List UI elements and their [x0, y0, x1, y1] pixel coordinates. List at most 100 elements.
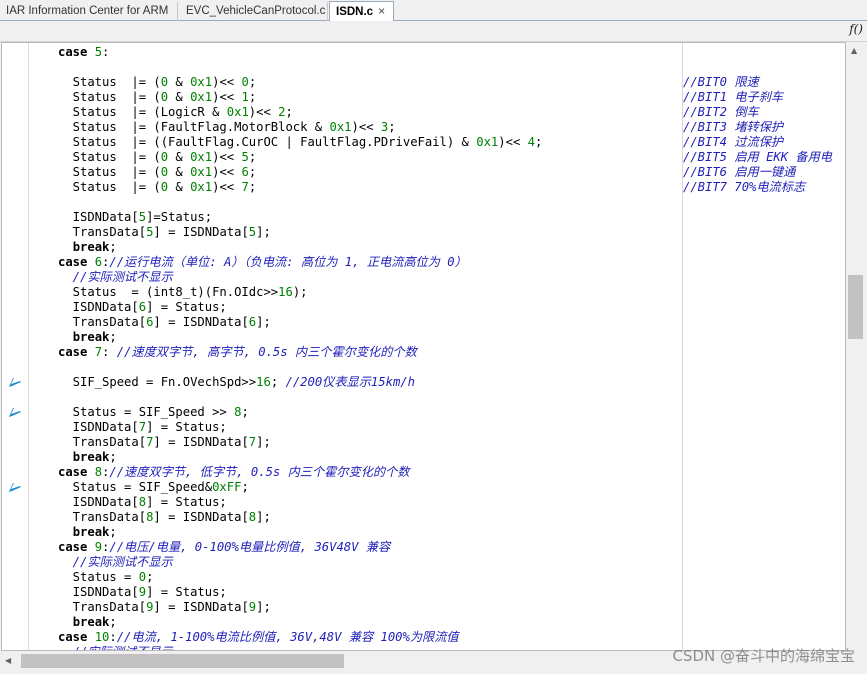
- number-token: 5: [241, 150, 249, 164]
- code-text: case 9://电压/电量, 0-100%电量比例值, 36V48V 兼容: [58, 540, 390, 555]
- tab-iar-information-center[interactable]: IAR Information Center for ARM: [0, 2, 178, 21]
- code-token: ;: [534, 135, 543, 149]
- code-token: ;: [248, 180, 257, 194]
- code-line[interactable]: case 8://速度双字节, 低字节, 0.5s 内三个霍尔变化的个数: [2, 465, 844, 480]
- vertical-scroll-thumb[interactable]: [848, 275, 863, 339]
- code-text: //实际测试不显示: [58, 270, 173, 285]
- inline-comment: //BIT7 70%电流标志: [683, 180, 806, 194]
- code-line[interactable]: ISDNData[6] = Status;: [2, 300, 844, 315]
- tab-isdn-c[interactable]: ISDN.c ×: [329, 1, 394, 22]
- code-token: Status |= (: [58, 75, 161, 89]
- code-token: ;: [241, 480, 249, 494]
- code-text: Status |= (0 & 0x1)<< 0;: [58, 75, 256, 90]
- function-list-icon[interactable]: f(): [849, 22, 863, 36]
- keyword-token: break: [72, 240, 110, 254]
- tab-evc-vehicle-can-protocol[interactable]: EVC_VehicleCanProtocol.c: [180, 2, 328, 21]
- scroll-up-arrow-icon[interactable]: ▲: [851, 44, 857, 58]
- code-line[interactable]: Status = (int8_t)(Fn.OIdc>>16);: [2, 285, 844, 300]
- code-line[interactable]: [2, 60, 844, 75]
- scroll-left-arrow-icon[interactable]: ◀: [5, 654, 11, 668]
- code-line[interactable]: Status |= (0 & 0x1)<< 1; //BIT1 电子刹车: [2, 90, 844, 105]
- code-line[interactable]: ISDNData[7] = Status;: [2, 420, 844, 435]
- code-line[interactable]: //实际测试不显示: [2, 270, 844, 285]
- code-line[interactable]: SIF_Speed = Fn.OVechSpd>>16; //200仪表显示15…: [2, 375, 844, 390]
- code-editor[interactable]: case 5: Status |= (0 & 0x1)<< 0; //BIT0 限…: [1, 42, 846, 651]
- code-line[interactable]: case 5:: [2, 45, 844, 60]
- code-line[interactable]: Status |= (LogicR & 0x1)<< 2; //BIT2 倒车: [2, 105, 844, 120]
- code-token: Status = (int8_t)(Fn.OIdc>>: [58, 285, 279, 299]
- code-token: Status |= (: [58, 90, 161, 104]
- code-text: break;: [58, 525, 117, 540]
- code-line[interactable]: [2, 360, 844, 375]
- code-line[interactable]: //实际测试不显示: [2, 555, 844, 570]
- number-token: 0: [160, 180, 169, 194]
- code-token: )<<: [212, 180, 242, 194]
- code-line[interactable]: ISDNData[9] = Status;: [2, 585, 844, 600]
- bookmark-icon[interactable]: [8, 407, 22, 418]
- code-line[interactable]: break;: [2, 330, 844, 345]
- tab-label: ISDN.c: [336, 6, 374, 18]
- inline-comment: //BIT2 倒车: [683, 105, 759, 119]
- code-token: TransData[: [58, 315, 147, 329]
- number-token: 6: [94, 255, 103, 269]
- code-line[interactable]: case 9://电压/电量, 0-100%电量比例值, 36V48V 兼容: [2, 540, 844, 555]
- code-line[interactable]: Status = SIF_Speed&0xFF;: [2, 480, 844, 495]
- code-text: Status |= (FaultFlag.MotorBlock & 0x1)<<…: [58, 120, 396, 135]
- code-line[interactable]: break;: [2, 615, 844, 630]
- code-line[interactable]: Status = 0;: [2, 570, 844, 585]
- vertical-scrollbar[interactable]: ▲: [846, 42, 867, 651]
- bookmark-icon[interactable]: [8, 377, 22, 388]
- code-line[interactable]: Status |= ((FaultFlag.CurOC | FaultFlag.…: [2, 135, 844, 150]
- code-line[interactable]: Status |= (0 & 0x1)<< 6; //BIT6 启用一键通: [2, 165, 844, 180]
- code-line[interactable]: ISDNData[8] = Status;: [2, 495, 844, 510]
- code-token: ;: [248, 150, 257, 164]
- number-token: 0x1: [329, 120, 352, 134]
- code-token: ;: [241, 405, 249, 419]
- code-line[interactable]: break;: [2, 450, 844, 465]
- close-icon[interactable]: ×: [378, 4, 385, 18]
- code-token: ;: [270, 375, 286, 389]
- number-token: 0: [160, 165, 169, 179]
- number-token: 0x1: [190, 75, 213, 89]
- number-token: 10: [94, 630, 110, 644]
- code-token: ISDNData[: [58, 495, 139, 509]
- code-line[interactable]: Status = SIF_Speed >> 8;: [2, 405, 844, 420]
- code-line[interactable]: Status |= (0 & 0x1)<< 5; //BIT5 启用 EKK 备用…: [2, 150, 844, 165]
- code-line[interactable]: TransData[7] = ISDNData[7];: [2, 435, 844, 450]
- code-token: :: [102, 345, 117, 359]
- bookmark-icon[interactable]: [8, 482, 22, 493]
- number-token: 6: [241, 165, 249, 179]
- keyword-token: break: [72, 330, 110, 344]
- code-line[interactable]: case 10://电流, 1-100%电流比例值, 36V,48V 兼容 10…: [2, 630, 844, 645]
- code-line[interactable]: break;: [2, 525, 844, 540]
- code-line[interactable]: break;: [2, 240, 844, 255]
- inline-comment: //BIT0 限速: [683, 75, 759, 89]
- keyword-token: break: [72, 615, 110, 629]
- code-token: ;: [109, 450, 117, 464]
- code-line[interactable]: [2, 195, 844, 210]
- code-line[interactable]: [2, 390, 844, 405]
- code-token: Status = SIF_Speed&: [58, 480, 213, 494]
- code-token: Status =: [58, 570, 139, 584]
- code-line[interactable]: TransData[6] = ISDNData[6];: [2, 315, 844, 330]
- code-line[interactable]: TransData[5] = ISDNData[5];: [2, 225, 844, 240]
- code-line[interactable]: ISDNData[5]=Status;: [2, 210, 844, 225]
- code-line[interactable]: Status |= (0 & 0x1)<< 0; //BIT0 限速: [2, 75, 844, 90]
- inline-comment: //BIT5 启用 EKK 备用电: [683, 150, 832, 164]
- keyword-token: break: [72, 525, 110, 539]
- code-line[interactable]: TransData[9] = ISDNData[9];: [2, 600, 844, 615]
- code-token: ] = ISDNData[: [153, 600, 249, 614]
- code-line[interactable]: Status |= (FaultFlag.MotorBlock & 0x1)<<…: [2, 120, 844, 135]
- code-line[interactable]: case 6://运行电流（单位: A）（负电流: 高位为 1, 正电流高位为 …: [2, 255, 844, 270]
- keyword-token: case: [58, 345, 95, 359]
- number-token: 7: [94, 345, 103, 359]
- code-line[interactable]: Status |= (0 & 0x1)<< 7; //BIT7 70%电流标志: [2, 180, 844, 195]
- code-token: ];: [256, 435, 271, 449]
- number-token: 8: [94, 465, 103, 479]
- code-line[interactable]: case 7: //速度双字节, 高字节, 0.5s 内三个霍尔变化的个数: [2, 345, 844, 360]
- code-line[interactable]: TransData[8] = ISDNData[8];: [2, 510, 844, 525]
- horizontal-scroll-thumb[interactable]: [21, 654, 344, 668]
- code-token: )<<: [212, 150, 242, 164]
